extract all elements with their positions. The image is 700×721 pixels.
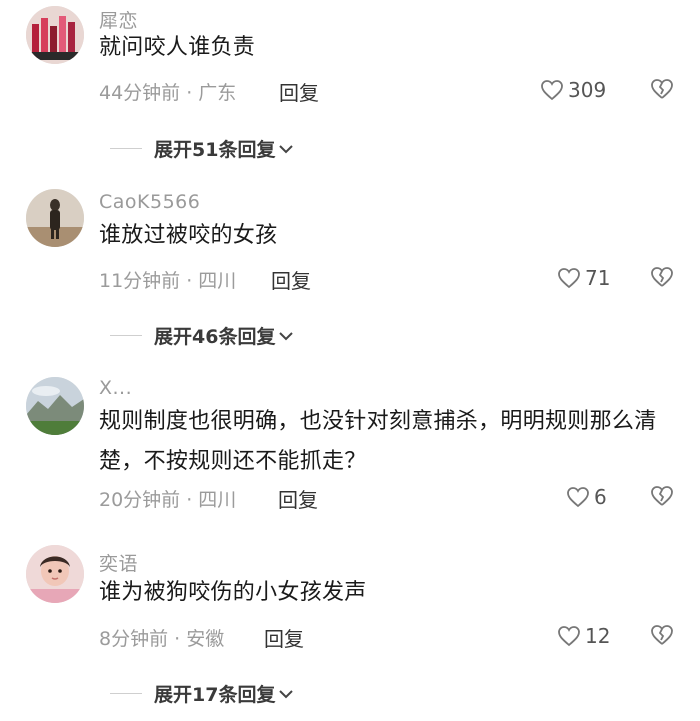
expand-replies-label: 展开46条回复 — [154, 326, 276, 348]
like-count: 6 — [594, 485, 607, 509]
like-count: 12 — [585, 624, 611, 648]
like-count: 71 — [585, 266, 611, 290]
heart-icon — [558, 268, 580, 289]
like-button[interactable]: 12 — [557, 624, 610, 648]
reply-button[interactable]: 回复 — [278, 484, 318, 513]
comment-meta: 8分钟前 · 安徽 — [99, 628, 225, 650]
username[interactable]: 奕语 — [99, 549, 138, 576]
avatar[interactable] — [26, 545, 84, 603]
chevron-down-icon — [279, 144, 294, 153]
like-count: 309 — [568, 78, 607, 102]
dislike-button[interactable] — [650, 78, 674, 104]
expand-replies-button[interactable]: 展开51条回复 — [110, 135, 294, 162]
username[interactable]: CaoK5566 — [99, 191, 200, 213]
dislike-button[interactable] — [650, 266, 674, 292]
comment-text: 谁放过被咬的女孩 — [99, 223, 278, 248]
divider — [110, 693, 142, 694]
avatar[interactable] — [26, 6, 84, 64]
comment-text: 规则制度也很明确，也没针对刻意捕杀，明明规则那么清楚，不按规则还不能抓走？ — [99, 409, 657, 474]
avatar[interactable] — [26, 377, 84, 435]
comment-meta: 11分钟前 · 四川 — [99, 270, 237, 292]
broken-heart-icon — [651, 79, 673, 99]
broken-heart-icon — [651, 267, 673, 287]
expand-replies-button[interactable]: 展开17条回复 — [110, 680, 294, 707]
broken-heart-icon — [651, 486, 673, 506]
avatar[interactable] — [26, 189, 84, 247]
comment-meta: 44分钟前 · 广东 — [99, 82, 237, 104]
like-button[interactable]: 6 — [566, 485, 607, 509]
like-button[interactable]: 71 — [557, 266, 610, 290]
divider — [110, 335, 142, 336]
heart-icon — [541, 80, 563, 101]
heart-icon — [558, 626, 580, 647]
like-button[interactable]: 309 — [540, 78, 606, 102]
reply-button[interactable]: 回复 — [271, 265, 311, 294]
comment-meta: 20分钟前 · 四川 — [99, 489, 237, 511]
dislike-button[interactable] — [650, 485, 674, 511]
username[interactable]: X... — [99, 377, 132, 399]
broken-heart-icon — [651, 625, 673, 645]
expand-replies-label: 展开51条回复 — [154, 139, 276, 161]
reply-button[interactable]: 回复 — [279, 77, 319, 106]
expand-replies-label: 展开17条回复 — [154, 684, 276, 706]
comment-text: 就问咬人谁负责 — [99, 35, 256, 60]
expand-replies-button[interactable]: 展开46条回复 — [110, 322, 294, 349]
dislike-button[interactable] — [650, 624, 674, 650]
divider — [110, 148, 142, 149]
heart-icon — [567, 487, 589, 508]
comment-text: 谁为被狗咬伤的小女孩发声 — [99, 580, 367, 605]
chevron-down-icon — [279, 689, 294, 698]
reply-button[interactable]: 回复 — [264, 623, 304, 652]
chevron-down-icon — [279, 331, 294, 340]
